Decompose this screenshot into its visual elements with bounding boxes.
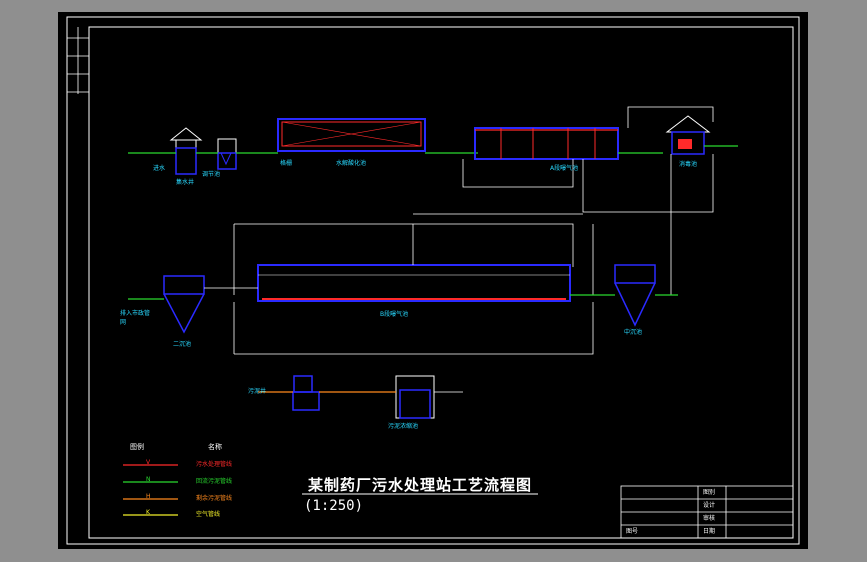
legend-name-excess-sludge: 剩余污泥管线 xyxy=(196,495,233,502)
label-sludge-thickener: 污泥浓缩池 xyxy=(388,423,419,430)
legend-header-symbol: 图例 xyxy=(130,443,144,451)
tb-check: 审核 xyxy=(703,515,716,522)
b-aeration-pool xyxy=(257,224,571,302)
sludge-units xyxy=(258,375,463,419)
pipe-network xyxy=(233,154,714,355)
legend-header-name: 名称 xyxy=(208,443,222,451)
hydrolysis-pool xyxy=(236,118,478,154)
tb-design: 设计 xyxy=(703,502,716,509)
drawing-title: 某制药厂污水处理站工艺流程图 xyxy=(308,476,533,494)
label-mid-settler: 中沉池 xyxy=(624,329,643,336)
label-secondary-settler: 二沉池 xyxy=(173,341,192,348)
label-discharge: 排入市政管网 xyxy=(120,310,151,326)
legend-code-v: V xyxy=(146,459,151,466)
drawing-scale: (1:250) xyxy=(304,498,364,514)
drawing-sheet: 进水 集水井 调节池 格栅 水解酸化池 A段曝气池 消毒池 B段曝气池 二沉池 … xyxy=(58,12,808,549)
legend-code-h: H xyxy=(146,493,151,500)
legend-name-air: 空气管线 xyxy=(196,511,221,518)
legend-name-wastewater: 污水处理管线 xyxy=(196,461,233,468)
inner-frame xyxy=(88,26,794,539)
process-diagram xyxy=(66,16,800,545)
a-aeration-pool xyxy=(474,106,714,160)
label-reg-pool: 调节池 xyxy=(202,171,221,178)
label-hydrolysis: 水解酸化池 xyxy=(336,160,367,167)
binding-strip xyxy=(67,27,89,94)
grid-unit xyxy=(196,138,237,170)
mid-settler xyxy=(570,264,678,327)
label-discharge-in: 进水 xyxy=(153,165,166,172)
legend-lines xyxy=(123,464,178,516)
label-collection-well: 集水井 xyxy=(176,179,195,186)
label-disinfection: 消毒池 xyxy=(679,161,698,168)
legend-name-return-sludge: 回流污泥管线 xyxy=(196,478,233,485)
label-grid: 格栅 xyxy=(280,160,293,167)
label-b-pool: B段曝气池 xyxy=(380,311,409,318)
legend-code-k: K xyxy=(146,509,150,516)
label-a-pool: A段曝气池 xyxy=(550,165,579,172)
tb-date: 日期 xyxy=(703,528,716,535)
legend-code-n: N xyxy=(146,476,151,483)
tb-sheet: 图号 xyxy=(626,528,639,535)
label-sludge-well: 污泥井 xyxy=(248,388,267,395)
disinfection-pool xyxy=(665,115,738,155)
tb-school: 图别 xyxy=(703,489,716,496)
